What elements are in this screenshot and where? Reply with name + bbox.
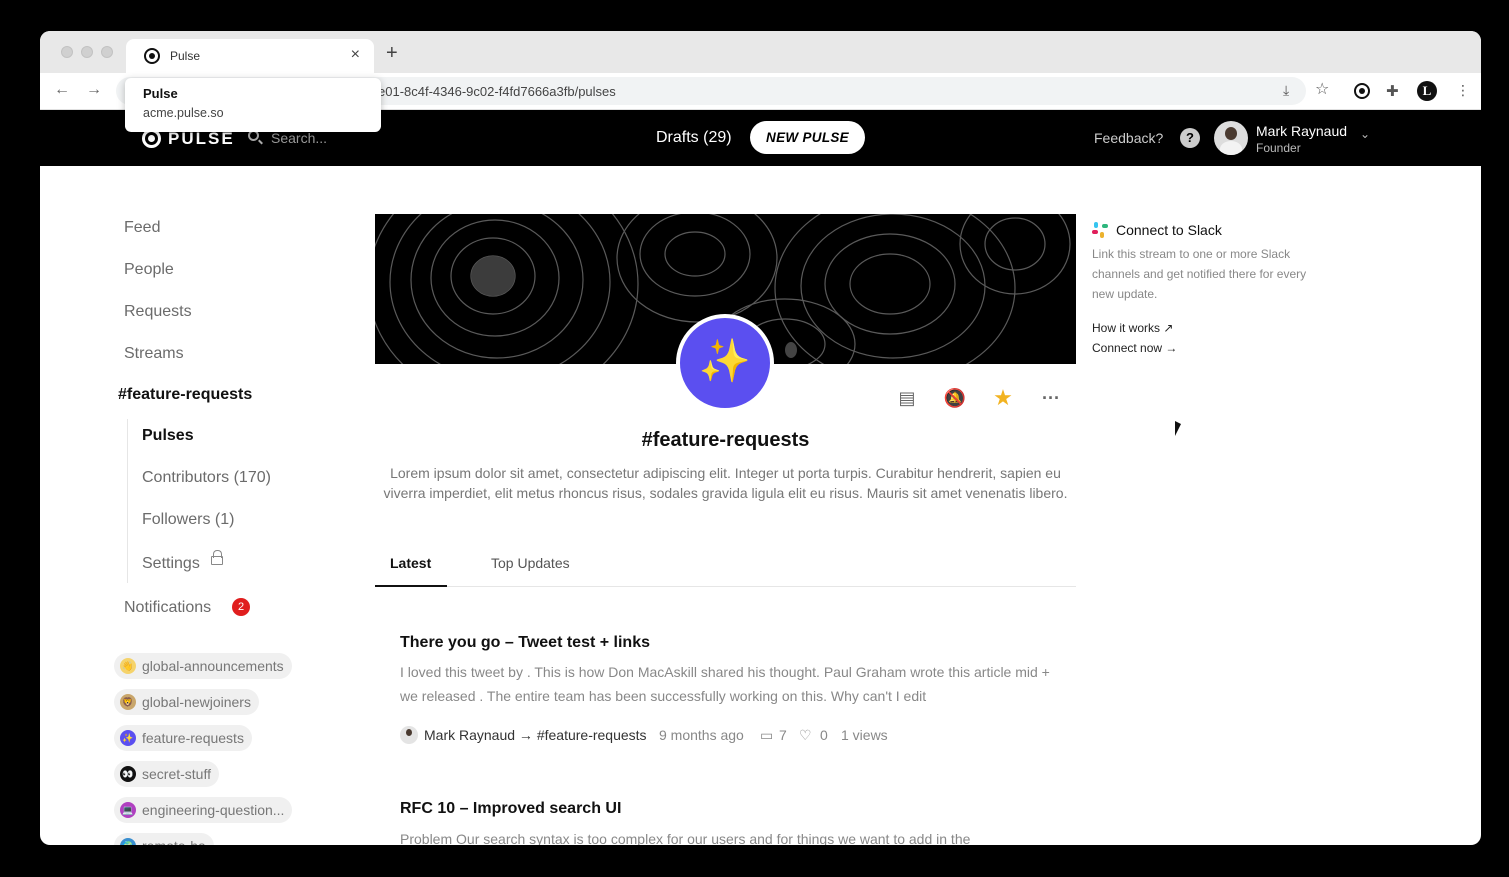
new-tab-button[interactable]: + [386,43,398,63]
tab-latest[interactable]: Latest [390,555,431,571]
tab-title: Pulse [170,49,201,63]
sparkles-icon: ✨ [120,730,136,746]
connect-now-link[interactable]: Connect now → [1092,341,1177,355]
channel-name: feature-requests [142,730,244,746]
sidebar-item-notifications[interactable]: Notifications [124,599,211,617]
sidebar-current-stream[interactable]: #feature-requests [118,386,252,404]
url-text: e01-8c4f-4346-9c02-f4fd7666a3fb/pulses [378,84,616,99]
channel-name: global-announcements [142,658,284,674]
mute-bell-icon[interactable]: 🔕 [943,386,967,410]
browser-tab[interactable]: Pulse × [126,39,374,73]
comment-icon[interactable]: ▭ [760,727,773,744]
slack-icon [1092,222,1108,238]
chevron-down-icon[interactable]: ⌄ [1360,127,1370,141]
minimize-window-button[interactable] [81,46,93,58]
post-excerpt: Problem Our search syntax is too complex… [400,831,971,845]
pulse-extension-icon[interactable] [1354,83,1370,99]
sidebar-item-streams[interactable]: Streams [124,345,184,363]
channel-name: global-newjoiners [142,694,251,710]
install-app-icon[interactable]: ⤓ [1283,82,1289,99]
browser-menu-icon[interactable]: ⋮ [1456,82,1470,99]
stream-description: Lorem ipsum dolor sit amet, consectetur … [383,465,1068,501]
sidebar-item-people[interactable]: People [124,261,174,279]
tabs-divider [375,586,1076,587]
tab-close-icon[interactable]: × [351,46,360,64]
user-role: Founder [1256,141,1301,155]
help-icon[interactable]: ? [1180,128,1200,148]
slack-description: Link this stream to one or more Slack ch… [1092,247,1307,301]
globe-icon: 🌍 [120,838,136,845]
channel-chip[interactable]: 🌍 remote-ha [114,833,214,845]
slack-title: Connect to Slack [1116,222,1222,238]
like-count: 0 [820,727,828,743]
new-pulse-button[interactable]: NEW PULSE [750,121,865,154]
channel-name: remote-ha [142,838,206,845]
tab-top-updates[interactable]: Top Updates [491,555,570,571]
eyes-icon: 👀 [120,766,136,782]
maximize-window-button[interactable] [101,46,113,58]
stream-title: #feature-requests [641,429,810,451]
bookmark-star-icon[interactable]: ☆ [1315,79,1329,99]
close-window-button[interactable] [61,46,73,58]
back-arrow-icon[interactable]: ← [54,81,70,99]
view-count: 1 views [841,727,888,743]
lion-icon: 🦁 [120,694,136,710]
channel-chip[interactable]: 💻 engineering-question... [114,797,293,823]
drafts-link[interactable]: Drafts (29) [656,129,732,147]
stream-avatar-sparkles-icon: ✨ [676,314,774,412]
heart-icon[interactable]: ♡ [799,727,812,744]
browser-window: Pulse × + ← → e01-8c4f-4346-9c02-f4fd766… [40,31,1481,845]
sidebar-item-followers[interactable]: Followers (1) [142,511,234,529]
channel-name: secret-stuff [142,766,211,782]
post-author[interactable]: Mark Raynaud → #feature-requests [424,727,647,743]
mouse-cursor-icon [1175,421,1181,436]
channel-chip[interactable]: 👀 secret-stuff [114,761,219,787]
sidebar-item-feed[interactable]: Feed [124,219,160,237]
sidebar-item-requests[interactable]: Requests [124,303,192,321]
forward-arrow-icon[interactable]: → [86,81,102,99]
feedback-link[interactable]: Feedback? [1094,130,1163,146]
sidebar-item-settings[interactable]: Settings [142,555,200,573]
lock-icon [211,550,223,565]
tab-strip: Pulse × + [40,31,1481,73]
hover-card-domain: acme.pulse.so [143,106,224,120]
sidebar-sub-divider [127,419,128,583]
post-title[interactable]: RFC 10 – Improved search UI [400,800,621,818]
tab-hover-card: Pulse acme.pulse.so [125,78,381,132]
channel-chip[interactable]: ✨ feature-requests [114,725,252,751]
channel-name: engineering-question... [142,802,285,818]
active-tab-indicator [375,585,447,587]
laptop-icon: 💻 [120,802,136,818]
user-name[interactable]: Mark Raynaud [1256,123,1347,139]
logo-text[interactable]: PULSE [168,129,235,149]
hover-card-title: Pulse [143,86,178,101]
mark-read-icon[interactable]: ▤ [895,386,919,410]
user-avatar[interactable] [1214,121,1248,155]
extensions-puzzle-icon[interactable]: ✚ [1386,82,1399,100]
channel-chip[interactable]: 👋 global-announcements [114,653,292,679]
sidebar-item-pulses[interactable]: Pulses [142,427,194,445]
how-it-works-link[interactable]: How it works ↗ [1092,321,1173,335]
post-title[interactable]: There you go – Tweet test + links [400,634,650,652]
author-avatar[interactable] [400,726,418,744]
channel-chip[interactable]: 🦁 global-newjoiners [114,689,259,715]
wave-icon: 👋 [120,658,136,674]
notification-count-badge: 2 [232,598,250,616]
favorite-star-icon[interactable]: ★ [991,386,1015,410]
more-options-icon[interactable]: ··· [1039,386,1063,410]
sidebar-item-contributors[interactable]: Contributors (170) [142,469,271,487]
post-excerpt: I loved this tweet by . This is how Don … [400,664,1050,704]
pulse-favicon-icon [144,48,160,64]
profile-avatar-icon[interactable]: L [1417,81,1437,101]
post-time: 9 months ago [659,727,744,743]
comment-count: 7 [779,727,787,743]
